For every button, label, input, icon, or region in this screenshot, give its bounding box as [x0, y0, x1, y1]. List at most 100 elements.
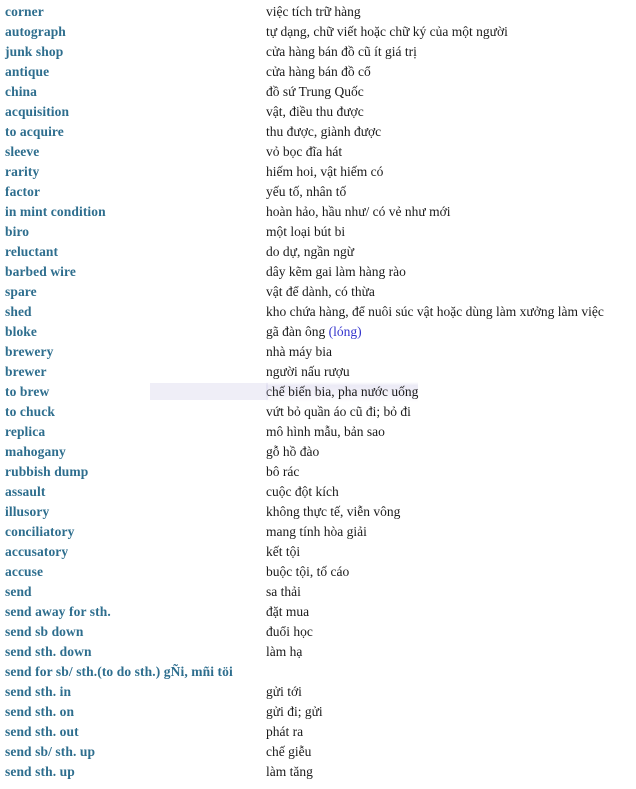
definition-main: sa thải [266, 584, 301, 599]
definition-text: đồ sứ Trung Quốc [266, 82, 364, 102]
term-text: send sth. down [5, 644, 92, 659]
term-text: assault [5, 484, 46, 499]
term-text: autograph [5, 24, 66, 39]
glossary-table: corner việc tích trữ hàng autograph tự dạng… [0, 0, 636, 789]
glossary-row: send sth. on gửi đi; gửi [0, 702, 636, 722]
glossary-row: acquisition vật, điều thu được [0, 102, 636, 122]
term-text: to brew [5, 384, 50, 399]
definition-text: vật để dành, có thừa [266, 282, 375, 302]
term-text: rarity [5, 164, 40, 179]
glossary-row: autograph tự dạng, chữ viết hoặc chữ ký c… [0, 22, 636, 42]
definition-text: cửa hàng bán đồ cũ ít giá trị [266, 42, 417, 62]
definition-text: kho chứa hàng, để nuôi súc vật hoặc dùng… [266, 302, 604, 322]
glossary-row: illusory không thực tế, viễn vông [0, 502, 636, 522]
glossary-row: biro một loại bút bi [0, 222, 636, 242]
glossary-row: reluctant do dự, ngần ngừ [0, 242, 636, 262]
glossary-row: send sth. down làm hạ [0, 642, 636, 662]
glossary-row: mahogany gỗ hồ đào [0, 442, 636, 462]
definition-text: cửa hàng bán đồ cổ [266, 62, 371, 82]
definition-text: gỗ hồ đào [266, 442, 319, 462]
definition-main: đồ sứ Trung Quốc [266, 84, 364, 99]
term-text: send sb down [5, 624, 84, 639]
glossary-row: send sa thải [0, 582, 636, 602]
definition-text: làm hạ [266, 642, 302, 662]
term-text: send sth. out [5, 724, 79, 739]
definition-text: phát ra [266, 722, 303, 742]
term-text: illusory [5, 504, 50, 519]
term-text: factor [5, 184, 41, 199]
glossary-row: send away for sth. đặt mua [0, 602, 636, 622]
definition-text: đuổi học [266, 622, 313, 642]
glossary-row: assault cuộc đột kích [0, 482, 636, 502]
definition-text: buộc tội, tố cáo [266, 562, 349, 582]
glossary-row: antique cửa hàng bán đồ cổ [0, 62, 636, 82]
definition-main: vật, điều thu được [266, 104, 364, 119]
term-text: antique [5, 64, 50, 79]
definition-main: mô hình mẫu, bản sao [266, 424, 385, 439]
definition-text: một loại bút bi [266, 222, 345, 242]
term-text: corner [5, 4, 44, 19]
glossary-row: factor yếu tố, nhân tố [0, 182, 636, 202]
definition-text: không thực tế, viễn vông [266, 502, 400, 522]
definition-text: do dự, ngần ngừ [266, 242, 354, 262]
term-text: rubbish dump [5, 464, 89, 479]
term-text: send sth. up [5, 764, 75, 779]
definition-text: hoàn hảo, hầu như/ có vẻ như mới [266, 202, 451, 222]
term-text: send sth. on [5, 704, 75, 719]
glossary-row: send sth. up làm tăng [0, 762, 636, 782]
term-text: send away for sth. [5, 604, 111, 619]
definition-main: thu được, giành được [266, 124, 382, 139]
definition-text: yếu tố, nhân tố [266, 182, 346, 202]
definition-main: yếu tố, nhân tố [266, 184, 347, 199]
definition-main: buộc tội, tố cáo [266, 564, 350, 579]
definition-main: bô rác [266, 464, 300, 479]
glossary-row: replica mô hình mẫu, bản sao [0, 422, 636, 442]
glossary-row: rarity hiếm hoi, vật hiếm có [0, 162, 636, 182]
glossary-row: shed kho chứa hàng, để nuôi súc vật hoặc … [0, 302, 636, 322]
term-text: to chuck [5, 404, 55, 419]
definition-text: gửi đi; gửi [266, 702, 323, 722]
glossary-row: send sb/ sth. up chế giễu [0, 742, 636, 762]
definition-text: cuộc đột kích [266, 482, 339, 502]
definition-main: tự dạng, chữ viết hoặc chữ ký của một ng… [266, 24, 508, 39]
definition-text: mang tính hòa giải [266, 522, 367, 542]
definition-main: gửi tới [266, 684, 302, 699]
definition-main: gỗ hồ đào [266, 444, 320, 459]
term-text: to acquire [5, 124, 64, 139]
term-text: accusatory [5, 544, 69, 559]
term-text: replica [5, 424, 46, 439]
definition-main: gã đàn ông [266, 324, 329, 339]
definition-main: làm tăng [266, 764, 313, 779]
definition-text: gửi tới [266, 682, 302, 702]
definition-main: do dự, ngần ngừ [266, 244, 355, 259]
definition-text: hiếm hoi, vật hiếm có [266, 162, 383, 182]
term-text: biro [5, 224, 30, 239]
glossary-row: in mint condition hoàn hảo, hầu như/ có v… [0, 202, 636, 222]
definition-text: chế giễu [266, 742, 311, 762]
term-text: junk shop [5, 44, 64, 59]
definition-text: dây kẽm gai làm hàng rào [266, 262, 406, 282]
definition-main: làm hạ [266, 644, 303, 659]
glossary-row: to acquire thu được, giành được [0, 122, 636, 142]
term-text: send for sb/ sth.(to do sth.) gÑi, mñi t… [5, 664, 233, 679]
term-text: send [5, 584, 32, 599]
term-text: mahogany [5, 444, 66, 459]
glossary-row: send sb down đuổi học [0, 622, 636, 642]
term-text: barbed wire [5, 264, 76, 279]
definition-main: một loại bút bi [266, 224, 346, 239]
definition-text: người nấu rượu [266, 362, 350, 382]
glossary-row: brewery nhà máy bia [0, 342, 636, 362]
definition-main: cửa hàng bán đồ cổ [266, 64, 371, 79]
definition-text: vật, điều thu được [266, 102, 364, 122]
term-text: brewer [5, 364, 47, 379]
definition-main: kho chứa hàng, để nuôi súc vật hoặc dùng… [266, 304, 604, 319]
glossary-row: junk shop cửa hàng bán đồ cũ ít giá trị [0, 42, 636, 62]
glossary-row: spare vật để dành, có thừa [0, 282, 636, 302]
term-text: send sb/ sth. up [5, 744, 96, 759]
definition-main: mang tính hòa giải [266, 524, 367, 539]
definition-main: hoàn hảo, hầu như/ có vẻ như mới [266, 204, 451, 219]
glossary-row: china đồ sứ Trung Quốc [0, 82, 636, 102]
glossary-row: accuse buộc tội, tố cáo [0, 562, 636, 582]
definition-main: vứt bỏ quần áo cũ đi; bỏ đi [266, 404, 411, 419]
definition-main: chế giễu [266, 744, 312, 759]
